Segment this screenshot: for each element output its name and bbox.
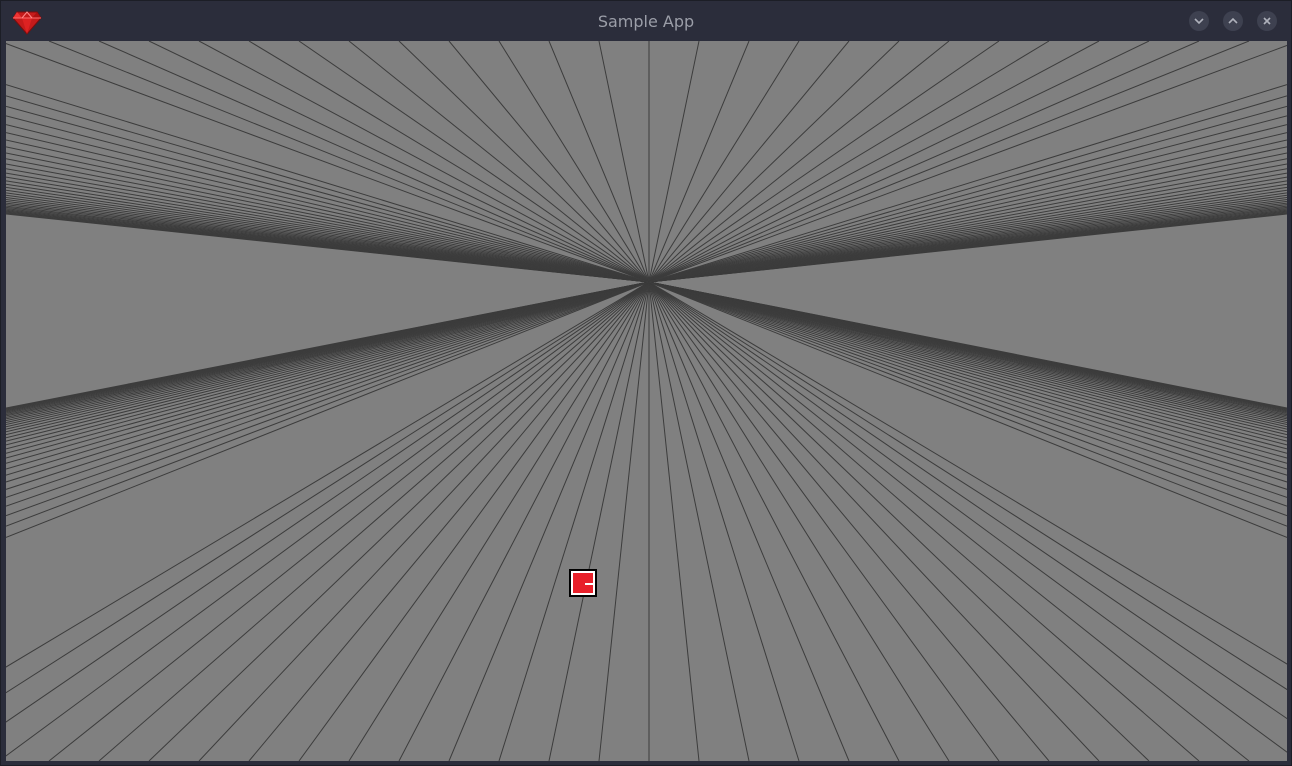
floor-line <box>648 281 1287 720</box>
app-window: Sample App <box>0 0 1292 766</box>
floor-side-line <box>648 281 1287 454</box>
ceiling-side-line <box>6 139 650 283</box>
ceiling-side-line <box>648 168 1287 283</box>
close-icon <box>1263 17 1271 25</box>
game-viewport[interactable] <box>6 41 1287 761</box>
perspective-grid <box>6 41 1287 761</box>
floor-side-line <box>648 281 1287 446</box>
ceiling-line <box>598 41 650 283</box>
floor-side-line <box>6 281 650 476</box>
floor-side-line <box>6 281 650 490</box>
floor-side-line <box>648 281 1287 483</box>
ceiling-side-line <box>648 132 1287 283</box>
floor-line <box>548 281 650 761</box>
floor-line <box>648 281 1000 761</box>
floor-line <box>6 281 650 668</box>
ceiling-side-line <box>6 132 650 283</box>
floor-side-line <box>648 281 1287 442</box>
floor-side-line <box>6 281 650 454</box>
floor-side-line <box>6 281 650 446</box>
ceiling-side-line <box>6 168 650 283</box>
ceiling-side-line <box>648 176 1287 283</box>
chevron-down-icon <box>1194 18 1204 25</box>
title-bar[interactable]: Sample App <box>1 1 1291 40</box>
ceiling-side-line <box>648 84 1287 283</box>
ceiling-line <box>648 41 950 283</box>
floor-line <box>648 281 750 761</box>
close-button[interactable] <box>1257 11 1277 31</box>
player-body <box>573 573 593 593</box>
player-sprite <box>569 569 597 597</box>
floor-line <box>6 281 650 723</box>
ceiling-side-line <box>6 105 650 283</box>
maximize-button[interactable] <box>1223 11 1243 31</box>
floor-line <box>648 281 1287 665</box>
minimize-button[interactable] <box>1189 11 1209 31</box>
floor-line <box>648 281 1287 753</box>
floor-side-line <box>648 281 1287 476</box>
ceiling-side-line <box>6 84 650 283</box>
floor-line <box>648 281 950 761</box>
ceiling-side-line <box>648 105 1287 283</box>
floor-side-line <box>648 281 1287 470</box>
ceiling-side-line <box>648 180 1287 283</box>
floor-side-line <box>648 281 1287 459</box>
floor-side-line <box>6 281 650 527</box>
floor-side-line <box>6 281 650 459</box>
floor-line <box>398 281 650 761</box>
floor-side-line <box>6 281 650 442</box>
floor-line <box>648 281 850 761</box>
floor-line <box>48 281 650 761</box>
ceiling-side-line <box>648 124 1287 283</box>
ceiling-side-line <box>6 176 650 283</box>
floor-side-line <box>6 281 650 470</box>
floor-line <box>448 281 650 761</box>
floor-side-line <box>6 281 650 483</box>
player-direction-marker <box>585 583 593 585</box>
floor-line <box>598 281 650 761</box>
ceiling-side-line <box>648 139 1287 283</box>
floor-side-line <box>648 281 1287 464</box>
ceiling-side-line <box>648 95 1287 283</box>
floor-line <box>198 281 650 761</box>
ceiling-side-line <box>6 180 650 283</box>
floor-side-line <box>648 281 1287 527</box>
ceiling-side-line <box>6 124 650 283</box>
ceiling-line <box>648 41 700 283</box>
floor-line <box>6 281 650 757</box>
floor-line <box>648 281 1100 761</box>
ceiling-line <box>648 41 750 283</box>
chevron-up-icon <box>1228 17 1238 24</box>
floor-side-line <box>648 281 1287 490</box>
ceiling-line <box>198 41 650 283</box>
floor-line <box>648 281 1287 691</box>
floor-line <box>6 281 650 694</box>
floor-line <box>648 281 700 761</box>
ceiling-line <box>548 41 650 283</box>
window-title: Sample App <box>597 12 695 31</box>
